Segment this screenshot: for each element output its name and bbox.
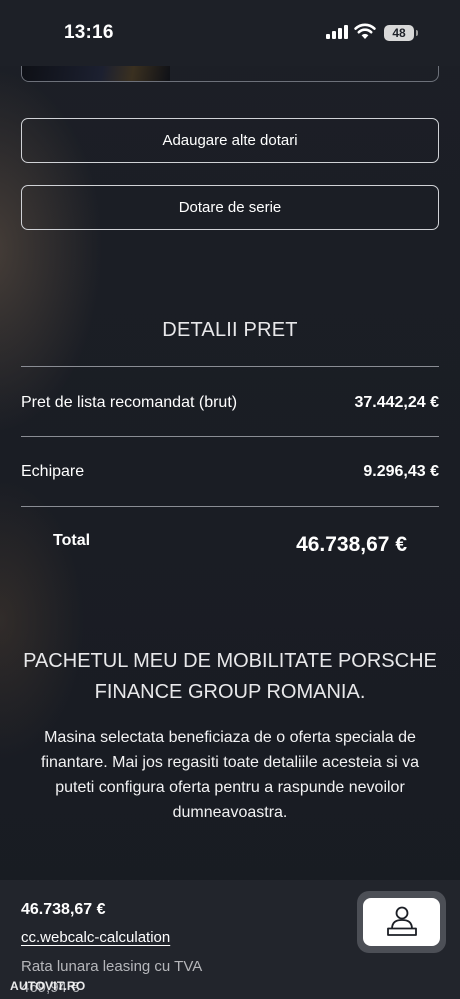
contact-button-frame bbox=[357, 891, 446, 953]
total-label: Total bbox=[53, 532, 91, 549]
mobility-package-description: Masina selectata beneficiaza de o oferta… bbox=[41, 729, 419, 821]
wifi-icon bbox=[354, 23, 376, 39]
status-bar: 13:16 48 bbox=[0, 0, 460, 66]
watermark: AUTOVIT.RO bbox=[10, 979, 86, 993]
cellular-signal-icon bbox=[326, 25, 348, 39]
divider bbox=[21, 436, 439, 437]
monthly-rate-label: Rata lunara leasing cu TVA bbox=[21, 958, 203, 975]
standard-equipment-button[interactable]: Dotare de serie bbox=[21, 185, 439, 230]
calculation-link[interactable]: cc.webcalc-calculation bbox=[21, 929, 170, 946]
add-extra-equipment-button[interactable]: Adaugare alte dotari bbox=[21, 118, 439, 163]
list-price-label: Pret de lista recomandat (brut) bbox=[21, 394, 238, 411]
status-time: 13:16 bbox=[64, 22, 114, 43]
mobility-package-title: PACHETUL MEU DE MOBILITATE PORSCHE FINAN… bbox=[23, 650, 437, 703]
equipment-value: 9.296,43 € bbox=[363, 463, 439, 480]
contact-dealer-button[interactable] bbox=[363, 898, 440, 946]
total-value: 46.738,67 € bbox=[296, 533, 407, 556]
list-price-value: 37.442,24 € bbox=[354, 394, 439, 411]
divider bbox=[21, 506, 439, 507]
person-at-desk-icon bbox=[386, 906, 417, 936]
battery-icon: 48 bbox=[384, 25, 418, 41]
price-details-title: DETALII PRET bbox=[162, 319, 298, 341]
equipment-label: Echipare bbox=[21, 463, 85, 480]
bottom-total-price: 46.738,67 € bbox=[21, 901, 106, 918]
divider bbox=[21, 366, 439, 367]
